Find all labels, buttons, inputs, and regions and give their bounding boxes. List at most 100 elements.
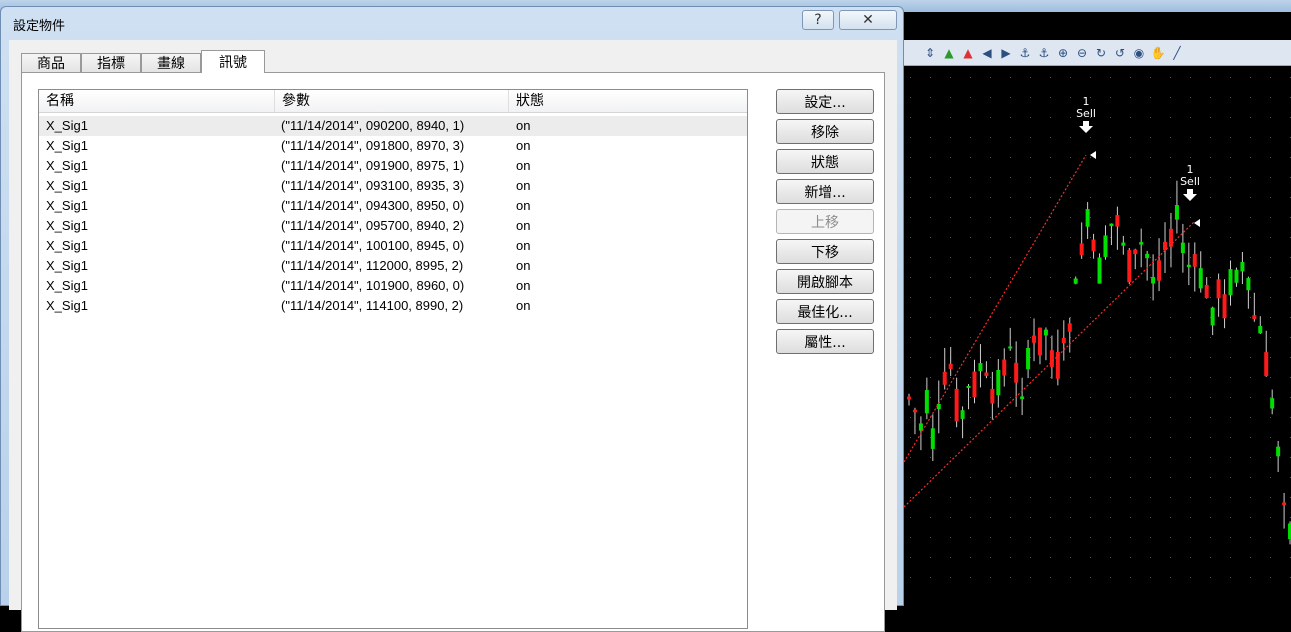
tab-product[interactable]: 商品	[21, 53, 81, 72]
grid-dot	[1090, 317, 1091, 318]
candle-body	[1270, 398, 1275, 409]
arrow-left-icon[interactable]: ◀	[979, 45, 995, 61]
anchor2-icon[interactable]: ⚓	[1036, 45, 1052, 61]
grid-dot	[1170, 417, 1171, 418]
zoom-out-icon[interactable]: ⊖	[1074, 45, 1090, 61]
grid-dot	[1270, 77, 1271, 78]
candle-body	[954, 388, 959, 422]
candle-body	[1061, 337, 1066, 344]
grid-dot	[1150, 217, 1151, 218]
tab-indicator[interactable]: 指標	[81, 53, 141, 72]
table-row[interactable]: X_Sig1 ("11/14/2014", 100100, 8945, 0) on	[39, 236, 747, 256]
table-row[interactable]: X_Sig1 ("11/14/2014", 091800, 8970, 3) on	[39, 136, 747, 156]
row-params: ("11/14/2014", 090200, 8940, 1)	[281, 118, 465, 133]
grid-dot	[1230, 137, 1231, 138]
grid-dot	[1230, 197, 1231, 198]
row-name: X_Sig1	[46, 178, 88, 193]
row-params: ("11/14/2014", 100100, 8945, 0)	[281, 238, 465, 253]
grid-dot	[1150, 477, 1151, 478]
move-up-button[interactable]: 上移	[776, 209, 874, 234]
grid-dot	[1090, 517, 1091, 518]
hand-icon[interactable]: ✋	[1150, 45, 1166, 61]
grid-dot	[1190, 157, 1191, 158]
candle-body	[1115, 215, 1120, 227]
grid-dot	[1170, 577, 1171, 578]
grid-dot	[1270, 577, 1271, 578]
row-status: on	[516, 118, 531, 133]
settings-button[interactable]: 設定...	[776, 89, 874, 114]
rotate-icon[interactable]: ↻	[1093, 45, 1109, 61]
row-name: X_Sig1	[46, 198, 88, 213]
grid-dot	[930, 537, 931, 538]
grid-dot	[990, 117, 991, 118]
grid-dot	[990, 537, 991, 538]
zoom-in-icon[interactable]: ⊕	[1055, 45, 1071, 61]
table-row[interactable]: X_Sig1 ("11/14/2014", 093100, 8935, 3) on	[39, 176, 747, 196]
add-button[interactable]: 新增...	[776, 179, 874, 204]
line-tool-icon[interactable]: ╱	[1169, 45, 1185, 61]
table-row[interactable]: X_Sig1 ("11/14/2014", 095700, 8940, 2) on	[39, 216, 747, 236]
table-row[interactable]: X_Sig1 ("11/14/2014", 101900, 8960, 0) on	[39, 276, 747, 296]
grid-dot	[1050, 97, 1051, 98]
grid-dot	[1070, 237, 1071, 238]
grid-dot	[1130, 97, 1131, 98]
status-button[interactable]: 狀態	[776, 149, 874, 174]
close-button[interactable]: ✕	[839, 10, 897, 30]
arrow-right-icon[interactable]: ▶	[998, 45, 1014, 61]
optimize-button[interactable]: 最佳化...	[776, 299, 874, 324]
signal-label: Sell	[1180, 175, 1200, 188]
grid-dot	[1150, 97, 1151, 98]
tab-signal[interactable]: 訊號	[201, 50, 265, 73]
arrows-updown-icon[interactable]: ⇕	[922, 45, 938, 61]
move-down-button[interactable]: 下移	[776, 239, 874, 264]
grid-dot	[910, 297, 911, 298]
grid-dot	[1130, 237, 1131, 238]
help-button[interactable]: ?	[802, 10, 834, 30]
table-row[interactable]: X_Sig1 ("11/14/2014", 090200, 8940, 1) on	[39, 116, 747, 136]
grid-dot	[1270, 237, 1271, 238]
grid-dot	[1050, 257, 1051, 258]
eye-icon[interactable]: ◉	[1131, 45, 1147, 61]
grid-dot	[1110, 397, 1111, 398]
grid-dot	[1110, 157, 1111, 158]
row-name: X_Sig1	[46, 118, 88, 133]
column-header-params[interactable]: 參數	[275, 90, 509, 112]
table-row[interactable]: X_Sig1 ("11/14/2014", 112000, 8995, 2) on	[39, 256, 747, 276]
table-row[interactable]: X_Sig1 ("11/14/2014", 091900, 8975, 1) on	[39, 156, 747, 176]
anchor-icon[interactable]: ⚓	[1017, 45, 1033, 61]
grid-dot	[1190, 417, 1191, 418]
grid-dot	[1250, 77, 1251, 78]
open-script-button[interactable]: 開啟腳本	[776, 269, 874, 294]
grid-dot	[1250, 497, 1251, 498]
grid-dot	[1170, 397, 1171, 398]
column-header-name[interactable]: 名稱	[39, 90, 275, 112]
grid-dot	[990, 297, 991, 298]
grid-dot	[1210, 457, 1211, 458]
arrow-up-icon[interactable]: ▲	[941, 45, 957, 61]
properties-button[interactable]: 屬性...	[776, 329, 874, 354]
remove-button[interactable]: 移除	[776, 119, 874, 144]
signal-list[interactable]: 名稱 參數 狀態 X_Sig1 ("11/14/2014", 090200, 89…	[38, 89, 748, 629]
candle-body	[1276, 446, 1281, 457]
grid-dot	[1110, 377, 1111, 378]
grid-dot	[1150, 157, 1151, 158]
grid-dot	[1170, 357, 1171, 358]
grid-dot	[1110, 277, 1111, 278]
grid-dot	[1250, 217, 1251, 218]
grid-dot	[1190, 357, 1191, 358]
grid-dot	[1130, 317, 1131, 318]
rotate2-icon[interactable]: ↺	[1112, 45, 1128, 61]
tab-drawing[interactable]: 畫線	[141, 53, 201, 72]
column-header-status[interactable]: 狀態	[509, 90, 747, 112]
grid-dot	[1170, 537, 1171, 538]
grid-dot	[910, 237, 911, 238]
arrow-up-red-icon[interactable]: ▲	[960, 45, 976, 61]
grid-dot	[1010, 577, 1011, 578]
grid-dot	[1230, 177, 1231, 178]
grid-dot	[930, 97, 931, 98]
table-row[interactable]: X_Sig1 ("11/14/2014", 094300, 8950, 0) on	[39, 196, 747, 216]
table-row[interactable]: X_Sig1 ("11/14/2014", 114100, 8990, 2) on	[39, 296, 747, 316]
grid-dot	[1090, 257, 1091, 258]
grid-dot	[1170, 457, 1171, 458]
grid-dot	[1230, 477, 1231, 478]
